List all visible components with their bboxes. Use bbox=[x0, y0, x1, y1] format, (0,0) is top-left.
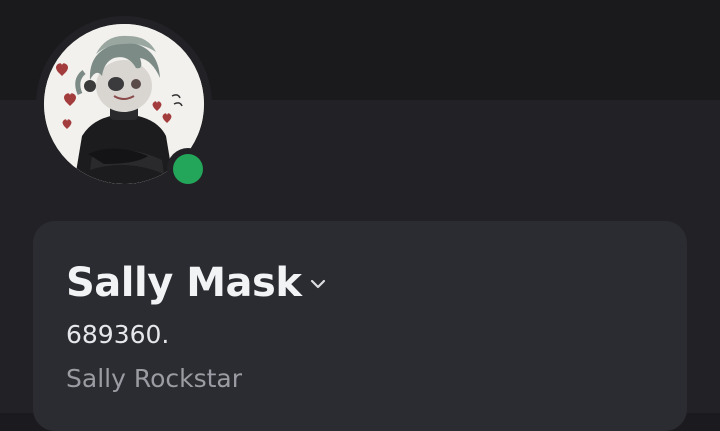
username: 689360. bbox=[66, 320, 170, 349]
display-name-row[interactable]: Sally Mask bbox=[66, 263, 327, 303]
pronouns: Sally Rockstar bbox=[66, 364, 243, 393]
chevron-down-icon[interactable] bbox=[309, 278, 327, 290]
profile-info-card: Sally Mask 689360. Sally Rockstar bbox=[33, 221, 687, 431]
online-status-icon bbox=[173, 154, 203, 184]
display-name: Sally Mask bbox=[66, 260, 302, 306]
status-indicator bbox=[167, 148, 209, 190]
